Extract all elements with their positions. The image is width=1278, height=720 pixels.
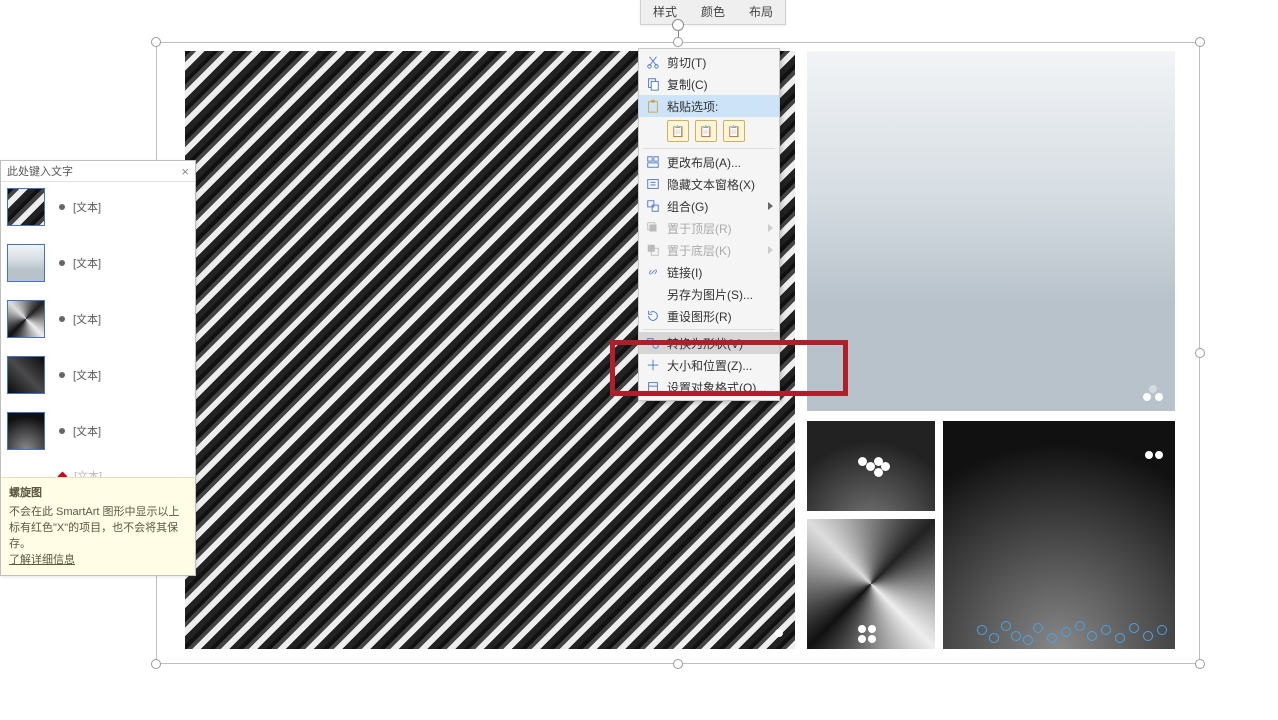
copy-icon xyxy=(643,75,663,93)
layout-icon xyxy=(643,153,663,171)
menu-send-to-back-label: 置于底层(K) xyxy=(667,242,731,259)
text-pane-title: 此处键入文字 xyxy=(7,163,73,179)
paste-option-1[interactable]: 📋 xyxy=(667,120,689,142)
group-icon xyxy=(643,197,663,215)
convert-shapes-icon xyxy=(643,334,663,352)
text-pane-item-label: [文本] xyxy=(73,423,101,439)
tab-layout[interactable]: 布局 xyxy=(737,0,785,24)
menu-cut-label: 剪切(T) xyxy=(667,54,706,71)
menu-group-label: 组合(G) xyxy=(667,198,708,215)
paste-option-3[interactable]: 📋 xyxy=(723,120,745,142)
menu-size-position[interactable]: 大小和位置(Z)... xyxy=(639,354,779,376)
text-pane-list: [文本] [文本] [文本] [文本] [文本] [文本] xyxy=(1,182,195,506)
save-picture-icon xyxy=(643,285,663,303)
menu-group[interactable]: 组合(G) xyxy=(639,195,779,217)
text-pane-item-label: [文本] xyxy=(73,311,101,327)
paste-options-row: 📋 📋 📋 xyxy=(639,117,779,146)
menu-format-object-label: 设置对象格式(O)... xyxy=(667,379,766,396)
smartart-image-5[interactable] xyxy=(807,519,935,649)
smartart-image-2[interactable] xyxy=(807,51,1175,411)
menu-hide-text-pane[interactable]: 隐藏文本窗格(X) xyxy=(639,173,779,195)
menu-link[interactable]: 链接(I) xyxy=(639,261,779,283)
menu-bring-to-front: 置于顶层(R) xyxy=(639,217,779,239)
menu-reset-graphic-label: 重设图形(R) xyxy=(667,308,732,325)
menu-paste-options[interactable]: 粘贴选项: xyxy=(639,95,779,117)
info-link[interactable]: 了解详细信息 xyxy=(9,551,187,567)
menu-copy[interactable]: 复制(C) xyxy=(639,73,779,95)
menu-save-as-picture[interactable]: 另存为图片(S)... xyxy=(639,283,779,305)
menu-separator xyxy=(643,329,775,330)
submenu-arrow-icon xyxy=(768,202,773,210)
reset-icon xyxy=(643,307,663,325)
text-pane-thumb xyxy=(7,356,45,394)
bullet-icon xyxy=(59,260,65,266)
link-icon xyxy=(643,263,663,281)
menu-send-to-back: 置于底层(K) xyxy=(639,239,779,261)
rotation-handle[interactable] xyxy=(672,19,684,31)
text-pane-thumb xyxy=(7,300,45,338)
paste-icon xyxy=(643,97,663,115)
menu-convert-to-shapes[interactable]: 转换为形状(V) xyxy=(639,332,779,354)
smartart-mini-toolbar: 样式 颜色 布局 xyxy=(640,0,786,25)
text-pane-thumb xyxy=(7,412,45,450)
bullet-icon xyxy=(59,428,65,434)
submenu-arrow-icon xyxy=(768,246,773,254)
format-object-icon xyxy=(643,378,663,396)
textpane-icon xyxy=(643,175,663,193)
menu-size-position-label: 大小和位置(Z)... xyxy=(667,357,752,374)
bullet-icon xyxy=(59,204,65,210)
send-back-icon xyxy=(643,241,663,259)
bullet-icon xyxy=(59,316,65,322)
text-pane-item-label: [文本] xyxy=(73,367,101,383)
text-pane-item-label: [文本] xyxy=(73,199,101,215)
text-pane-item-label: [文本] xyxy=(73,255,101,271)
smartart-extra-nodes xyxy=(977,611,1187,651)
smartart-text-pane: 此处键入文字 × [文本] [文本] [文本] [文本] [文本] xyxy=(0,160,196,576)
menu-save-as-picture-label: 另存为图片(S)... xyxy=(667,286,753,303)
menu-change-layout[interactable]: 更改布局(A)... xyxy=(639,151,779,173)
text-pane-info: 螺旋图 不会在此 SmartArt 图形中显示以上标有红色"X"的项目，也不会将… xyxy=(1,477,195,575)
text-pane-title-row: 此处键入文字 × xyxy=(1,161,195,182)
size-position-icon xyxy=(643,356,663,374)
info-body: 不会在此 SmartArt 图形中显示以上标有红色"X"的项目，也不会将其保存。 xyxy=(9,503,187,551)
menu-paste-label: 粘贴选项: xyxy=(667,98,718,115)
text-pane-item[interactable]: [文本] xyxy=(7,356,189,394)
menu-cut[interactable]: 剪切(T) xyxy=(639,51,779,73)
info-heading: 螺旋图 xyxy=(9,484,187,500)
menu-format-object[interactable]: 设置对象格式(O)... xyxy=(639,376,779,398)
context-menu: 剪切(T) 复制(C) 粘贴选项: 📋 📋 📋 更改布局(A)... 隐藏文本窗… xyxy=(638,48,780,401)
smartart-image-3[interactable] xyxy=(807,421,935,511)
menu-convert-to-shapes-label: 转换为形状(V) xyxy=(667,335,743,352)
text-pane-thumb xyxy=(7,188,45,226)
bring-front-icon xyxy=(643,219,663,237)
menu-separator xyxy=(643,148,775,149)
menu-reset-graphic[interactable]: 重设图形(R) xyxy=(639,305,779,327)
text-pane-item[interactable]: [文本] xyxy=(7,412,189,450)
cut-icon xyxy=(643,53,663,71)
menu-copy-label: 复制(C) xyxy=(667,76,708,93)
text-pane-item[interactable]: [文本] xyxy=(7,300,189,338)
menu-hide-text-pane-label: 隐藏文本窗格(X) xyxy=(667,176,755,193)
text-pane-item[interactable]: [文本] xyxy=(7,244,189,282)
text-pane-item[interactable]: [文本] xyxy=(7,188,189,226)
paste-option-2[interactable]: 📋 xyxy=(695,120,717,142)
bullet-icon xyxy=(59,372,65,378)
tab-color[interactable]: 颜色 xyxy=(689,0,737,24)
menu-bring-to-front-label: 置于顶层(R) xyxy=(667,220,732,237)
text-pane-close-button[interactable]: × xyxy=(181,164,189,179)
submenu-arrow-icon xyxy=(768,224,773,232)
text-pane-thumb xyxy=(7,244,45,282)
menu-link-label: 链接(I) xyxy=(667,264,702,281)
menu-change-layout-label: 更改布局(A)... xyxy=(667,154,741,171)
